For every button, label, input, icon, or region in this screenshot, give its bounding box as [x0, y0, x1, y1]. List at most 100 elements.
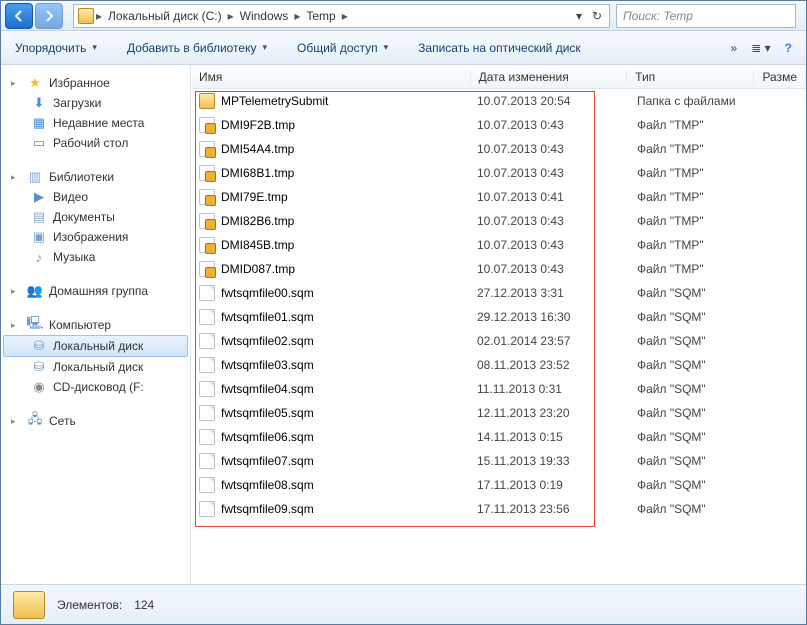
sidebar-item-music[interactable]: ♪Музыка — [3, 247, 188, 267]
breadcrumb-segment[interactable]: Локальный диск (C:) — [104, 9, 226, 23]
back-button[interactable] — [5, 3, 33, 29]
file-row[interactable]: DMI79E.tmp10.07.2013 0:41Файл "TMP" — [191, 185, 806, 209]
file-row[interactable]: fwtsqmfile04.sqm11.11.2013 0:31Файл "SQM… — [191, 377, 806, 401]
file-date: 17.11.2013 23:56 — [477, 502, 637, 516]
drive-icon: ⛁ — [31, 338, 47, 354]
file-row[interactable]: fwtsqmfile08.sqm17.11.2013 0:19Файл "SQM… — [191, 473, 806, 497]
rows-container[interactable]: MPTelemetrySubmit10.07.2013 20:54Папка с… — [191, 89, 806, 584]
chevron-right-icon[interactable]: ▸ — [226, 9, 236, 23]
sidebar: ★Избранное ⬇Загрузки ▦Недавние места ▭Ра… — [1, 65, 191, 584]
file-name: DMI68B1.tmp — [221, 166, 294, 180]
sidebar-item-pictures[interactable]: ▣Изображения — [3, 227, 188, 247]
file-type: Файл "SQM" — [637, 334, 767, 348]
view-options-icon[interactable]: ≣ ▾ — [751, 41, 770, 55]
blank-icon — [199, 405, 215, 421]
sidebar-item-downloads[interactable]: ⬇Загрузки — [3, 93, 188, 113]
file-date: 29.12.2013 16:30 — [477, 310, 637, 324]
lock-icon — [199, 141, 215, 157]
chevron-right-icon[interactable]: ▸ — [292, 9, 302, 23]
file-row[interactable]: DMID087.tmp10.07.2013 0:43Файл "TMP" — [191, 257, 806, 281]
file-type: Файл "TMP" — [637, 142, 767, 156]
folder-icon — [199, 93, 215, 109]
lock-icon — [199, 213, 215, 229]
cd-icon: ◉ — [31, 379, 47, 395]
file-type: Файл "SQM" — [637, 406, 767, 420]
file-name: DMI79E.tmp — [221, 190, 288, 204]
sidebar-item-desktop[interactable]: ▭Рабочий стол — [3, 133, 188, 153]
sidebar-item-documents[interactable]: ▤Документы — [3, 207, 188, 227]
share-button[interactable]: Общий доступ — [297, 41, 388, 55]
file-row[interactable]: fwtsqmfile09.sqm17.11.2013 23:56Файл "SQ… — [191, 497, 806, 521]
file-date: 10.07.2013 0:41 — [477, 190, 637, 204]
refresh-icon[interactable]: ↻ — [589, 9, 605, 23]
file-name: fwtsqmfile04.sqm — [221, 382, 314, 396]
column-name[interactable]: Имя — [191, 70, 471, 84]
more-icon[interactable]: » — [731, 41, 738, 55]
sidebar-item-drive-c[interactable]: ⛁Локальный диск — [3, 335, 188, 357]
file-type: Файл "SQM" — [637, 454, 767, 468]
computer-icon: 🖳 — [27, 317, 43, 333]
file-row[interactable]: fwtsqmfile01.sqm29.12.2013 16:30Файл "SQ… — [191, 305, 806, 329]
titlebar: ▸ Локальный диск (C:) ▸ Windows ▸ Temp ▸… — [1, 1, 806, 31]
column-date[interactable]: Дата изменения — [471, 70, 628, 84]
file-name: DMI9F2B.tmp — [221, 118, 295, 132]
file-date: 10.07.2013 0:43 — [477, 142, 637, 156]
sidebar-favorites[interactable]: ★Избранное — [3, 73, 188, 93]
sidebar-item-recent[interactable]: ▦Недавние места — [3, 113, 188, 133]
lock-icon — [199, 237, 215, 253]
file-name: MPTelemetrySubmit — [221, 94, 328, 108]
file-row[interactable]: fwtsqmfile02.sqm02.01.2014 23:57Файл "SQ… — [191, 329, 806, 353]
file-row[interactable]: DMI68B1.tmp10.07.2013 0:43Файл "TMP" — [191, 161, 806, 185]
sidebar-item-video[interactable]: ▶Видео — [3, 187, 188, 207]
file-type: Файл "SQM" — [637, 358, 767, 372]
add-to-library-button[interactable]: Добавить в библиотеку — [127, 41, 267, 55]
folder-icon — [13, 591, 45, 619]
video-icon: ▶ — [31, 189, 47, 205]
sidebar-computer[interactable]: 🖳Компьютер — [3, 315, 188, 335]
file-type: Файл "SQM" — [637, 478, 767, 492]
file-name: DMI845B.tmp — [221, 238, 294, 252]
organize-button[interactable]: Упорядочить — [15, 41, 97, 55]
music-icon: ♪ — [31, 249, 47, 265]
file-type: Файл "TMP" — [637, 262, 767, 276]
help-icon[interactable]: ? — [785, 41, 792, 55]
forward-button[interactable] — [35, 3, 63, 29]
lock-icon — [199, 165, 215, 181]
breadcrumb-segment[interactable]: Windows — [236, 9, 293, 23]
file-type: Файл "TMP" — [637, 166, 767, 180]
drive-icon: ⛁ — [31, 359, 47, 375]
file-row[interactable]: fwtsqmfile00.sqm27.12.2013 3:31Файл "SQM… — [191, 281, 806, 305]
file-row[interactable]: fwtsqmfile03.sqm08.11.2013 23:52Файл "SQ… — [191, 353, 806, 377]
status-bar: Элементов: 124 — [1, 584, 806, 624]
burn-button[interactable]: Записать на оптический диск — [418, 41, 581, 55]
folder-icon — [78, 8, 94, 24]
sidebar-libraries[interactable]: ▥Библиотеки — [3, 167, 188, 187]
toolbar: Упорядочить Добавить в библиотеку Общий … — [1, 31, 806, 65]
sidebar-item-cd[interactable]: ◉CD-дисковод (F: — [3, 377, 188, 397]
file-row[interactable]: fwtsqmfile05.sqm12.11.2013 23:20Файл "SQ… — [191, 401, 806, 425]
search-input[interactable]: Поиск: Temp — [616, 4, 796, 28]
file-date: 12.11.2013 23:20 — [477, 406, 637, 420]
breadcrumb-segment[interactable]: Temp — [302, 9, 339, 23]
file-row[interactable]: fwtsqmfile06.sqm14.11.2013 0:15Файл "SQM… — [191, 425, 806, 449]
file-row[interactable]: MPTelemetrySubmit10.07.2013 20:54Папка с… — [191, 89, 806, 113]
file-row[interactable]: DMI82B6.tmp10.07.2013 0:43Файл "TMP" — [191, 209, 806, 233]
breadcrumb[interactable]: ▸ Локальный диск (C:) ▸ Windows ▸ Temp ▸… — [73, 4, 610, 28]
file-row[interactable]: DMI54A4.tmp10.07.2013 0:43Файл "TMP" — [191, 137, 806, 161]
breadcrumb-dropdown[interactable]: ▾ — [571, 9, 587, 23]
sidebar-item-drive[interactable]: ⛁Локальный диск — [3, 357, 188, 377]
recent-icon: ▦ — [31, 115, 47, 131]
chevron-right-icon[interactable]: ▸ — [340, 9, 350, 23]
file-date: 11.11.2013 0:31 — [477, 382, 637, 396]
file-row[interactable]: DMI9F2B.tmp10.07.2013 0:43Файл "TMP" — [191, 113, 806, 137]
file-name: fwtsqmfile06.sqm — [221, 430, 314, 444]
file-row[interactable]: DMI845B.tmp10.07.2013 0:43Файл "TMP" — [191, 233, 806, 257]
chevron-right-icon[interactable]: ▸ — [94, 9, 104, 23]
column-type[interactable]: Тип — [627, 70, 754, 84]
blank-icon — [199, 477, 215, 493]
sidebar-homegroup[interactable]: 👥Домашняя группа — [3, 281, 188, 301]
column-size[interactable]: Разме — [754, 70, 806, 84]
file-row[interactable]: fwtsqmfile07.sqm15.11.2013 19:33Файл "SQ… — [191, 449, 806, 473]
sidebar-network[interactable]: 🖧Сеть — [3, 411, 188, 431]
file-date: 14.11.2013 0:15 — [477, 430, 637, 444]
